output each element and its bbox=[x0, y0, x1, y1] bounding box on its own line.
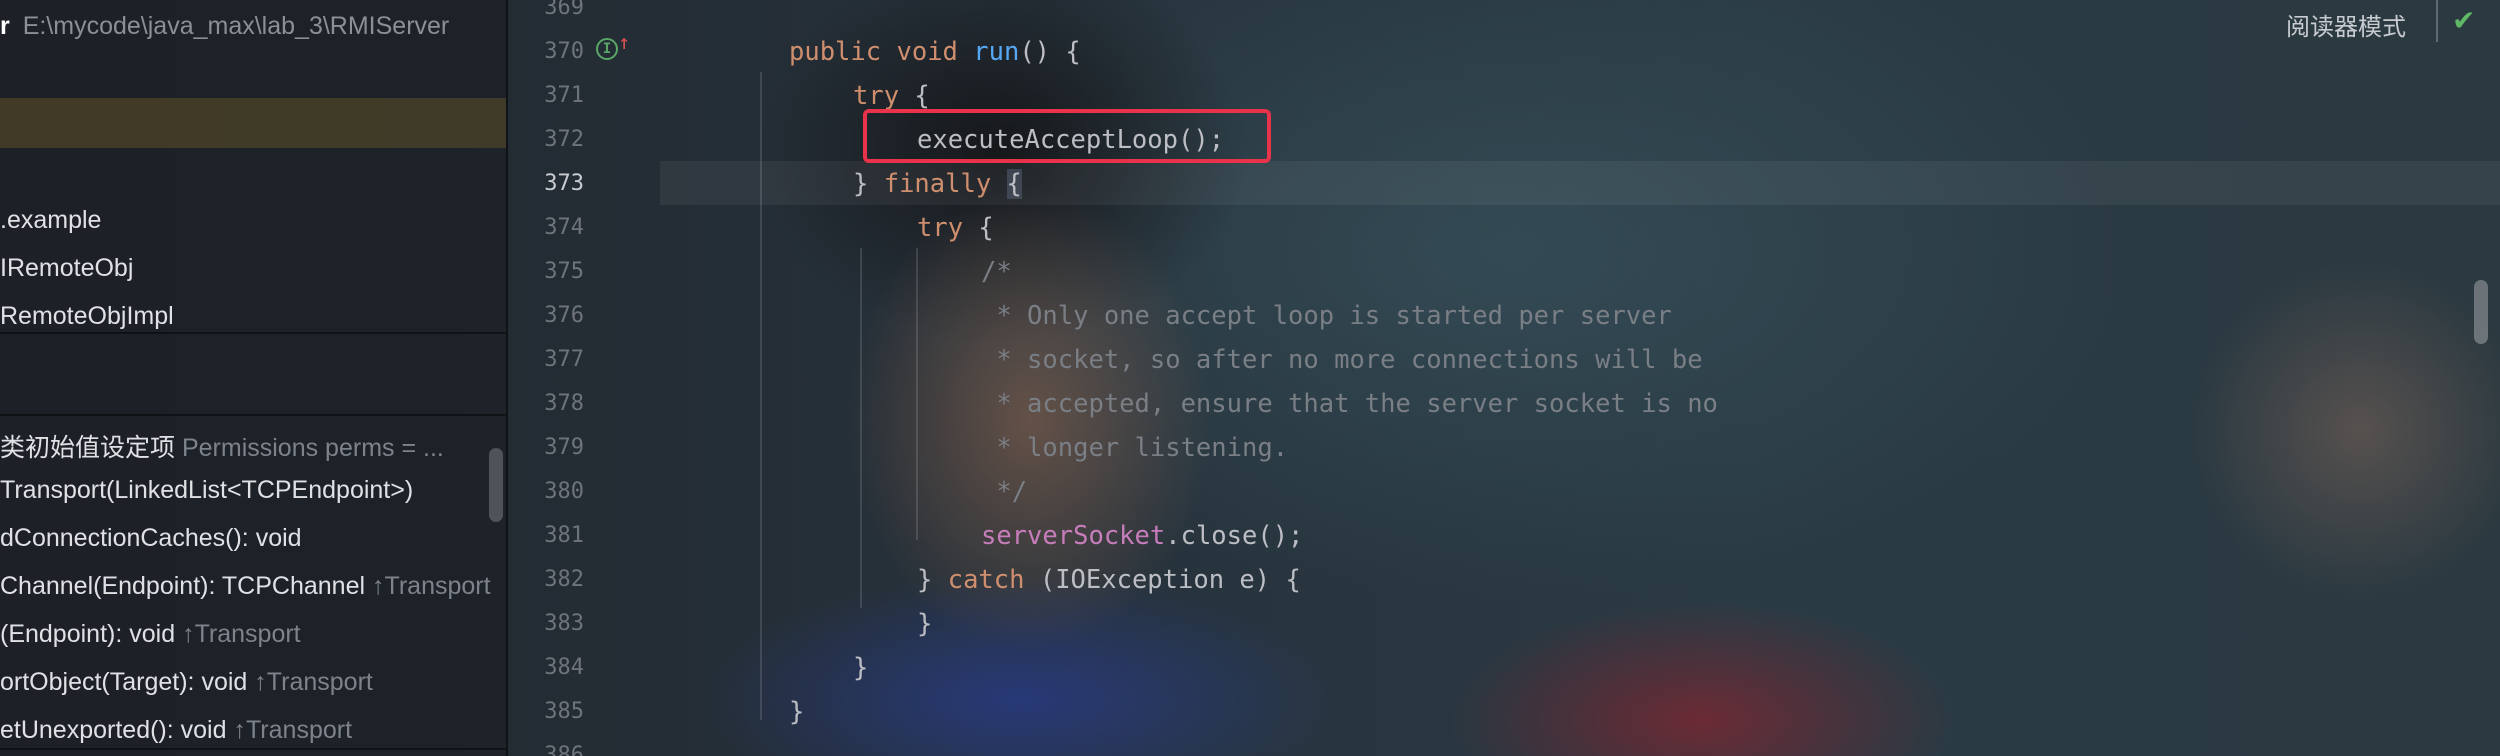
line-number-current: 373 bbox=[544, 171, 584, 196]
panel-divider bbox=[0, 414, 506, 416]
code-line-377: * socket, so after no more connections w… bbox=[981, 345, 1703, 375]
member-detail: ↑Transport bbox=[233, 716, 353, 744]
code-line-374: try { bbox=[917, 206, 994, 250]
line-number: 383 bbox=[544, 611, 584, 636]
code-line-381: serverSocket.close(); bbox=[981, 514, 1303, 558]
line-number: 379 bbox=[544, 435, 584, 460]
line-number: 376 bbox=[544, 303, 584, 328]
member-label: ortObject(Target): void bbox=[0, 668, 248, 696]
code-line-383: } bbox=[917, 609, 933, 639]
code-text: { bbox=[963, 213, 994, 243]
structure-panel: r E:\mycode\java_max\lab_3\RMIServer .ex… bbox=[0, 0, 506, 756]
reader-mode-button[interactable]: 阅读器模式 bbox=[2286, 7, 2406, 42]
member-label: Channel(Endpoint): TCPChannel bbox=[0, 572, 366, 600]
member-constructor[interactable]: Transport(LinkedList<TCPEndpoint>) bbox=[0, 476, 413, 505]
code-line-384: } bbox=[853, 653, 869, 683]
member-label: Transport(LinkedList<TCPEndpoint>) bbox=[0, 476, 414, 504]
indent-guide bbox=[916, 248, 918, 540]
field-name: serverSocket bbox=[981, 521, 1166, 551]
code-line-378: * accepted, ensure that the server socke… bbox=[981, 389, 1718, 419]
line-number: 375 bbox=[544, 259, 584, 284]
tree-item-example[interactable]: .example bbox=[0, 206, 101, 235]
method-name: run bbox=[973, 37, 1020, 67]
code-text: { bbox=[899, 81, 930, 111]
tree-item-iremoteobj[interactable]: IRemoteObj bbox=[0, 254, 133, 283]
annotation-highlight-box bbox=[863, 109, 1271, 163]
line-number: 378 bbox=[544, 391, 584, 416]
member-get-channel[interactable]: Channel(Endpoint): TCPChannel ↑Transport bbox=[0, 572, 491, 601]
member-connection-caches[interactable]: dConnectionCaches(): void bbox=[0, 524, 302, 553]
project-path: E:\mycode\java_max\lab_3\RMIServer bbox=[22, 12, 450, 40]
indent-guide bbox=[860, 248, 862, 608]
line-number: 384 bbox=[544, 655, 584, 680]
code-line-382: } catch (IOException e) { bbox=[917, 558, 1301, 602]
inspection-ok-icon[interactable]: ✔ bbox=[2452, 4, 2475, 37]
code-text: .close(); bbox=[1165, 521, 1304, 551]
member-detail: ↑Transport bbox=[372, 572, 491, 600]
line-number: 370 bbox=[544, 39, 584, 64]
code-text: () { bbox=[1019, 37, 1081, 67]
code-line-370: public void run() { bbox=[789, 30, 1081, 74]
member-label: etUnexported(): void bbox=[0, 716, 227, 744]
line-number: 380 bbox=[544, 479, 584, 504]
code-text: (IOException e) { bbox=[1024, 565, 1301, 595]
member-detail: Permissions perms = ... bbox=[181, 434, 444, 462]
structure-scrollbar[interactable] bbox=[489, 448, 503, 522]
line-number: 381 bbox=[544, 523, 584, 548]
member-export-object[interactable]: ortObject(Target): void ↑Transport bbox=[0, 668, 373, 697]
member-detail: ↑Transport bbox=[254, 668, 373, 696]
line-number: 377 bbox=[544, 347, 584, 372]
member-label: dConnectionCaches(): void bbox=[0, 524, 302, 552]
keyword: void bbox=[896, 37, 958, 67]
selected-tree-row[interactable] bbox=[0, 98, 506, 148]
code-line-379: * longer listening. bbox=[981, 433, 1289, 463]
line-number: 385 bbox=[544, 699, 584, 724]
toolbar-divider bbox=[2436, 0, 2438, 42]
keyword: try bbox=[853, 81, 900, 111]
line-number: 374 bbox=[544, 215, 584, 240]
member-target-unexported[interactable]: etUnexported(): void ↑Transport bbox=[0, 716, 352, 745]
code-text: } bbox=[917, 565, 948, 595]
keyword: try bbox=[917, 213, 964, 243]
member-label: (Endpoint): void bbox=[0, 620, 176, 648]
project-name: r bbox=[0, 12, 10, 40]
brace-match: { bbox=[1006, 169, 1022, 199]
code-line-376: * Only one accept loop is started per se… bbox=[981, 301, 1672, 331]
line-number: 369 bbox=[544, 0, 584, 20]
code-line-385: } bbox=[789, 697, 805, 727]
panel-divider bbox=[0, 332, 506, 334]
keyword: catch bbox=[947, 565, 1025, 595]
tree-item-remoteobjimpl[interactable]: RemoteObjImpl bbox=[0, 302, 174, 331]
line-number: 371 bbox=[544, 83, 584, 108]
member-endpoint-method[interactable]: (Endpoint): void ↑Transport bbox=[0, 620, 301, 649]
editor-scrollbar[interactable] bbox=[2474, 280, 2488, 344]
line-number: 372 bbox=[544, 127, 584, 152]
line-number: 382 bbox=[544, 567, 584, 592]
line-number-gutter: 369 370 371 372 373 374 375 376 377 378 … bbox=[508, 0, 658, 756]
member-initializer[interactable]: 类初始值设定项 Permissions perms = ... bbox=[0, 428, 444, 464]
arrow-up-icon[interactable]: ↑ bbox=[618, 30, 630, 54]
keyword: finally bbox=[883, 169, 992, 199]
line-number: 386 bbox=[544, 743, 584, 756]
project-path-row: r E:\mycode\java_max\lab_3\RMIServer bbox=[0, 12, 449, 41]
indent-guide bbox=[760, 72, 762, 720]
member-label: 类初始值设定项 bbox=[0, 434, 176, 462]
code-line-375: /* bbox=[981, 257, 1012, 287]
implements-icon[interactable]: I bbox=[596, 38, 618, 60]
panel-divider bbox=[0, 748, 506, 750]
code-line-373: } finally { bbox=[853, 162, 1022, 206]
keyword: public bbox=[789, 37, 882, 67]
member-detail: ↑Transport bbox=[182, 620, 301, 648]
code-line-380: */ bbox=[981, 477, 1028, 507]
code-text: } bbox=[853, 169, 884, 199]
